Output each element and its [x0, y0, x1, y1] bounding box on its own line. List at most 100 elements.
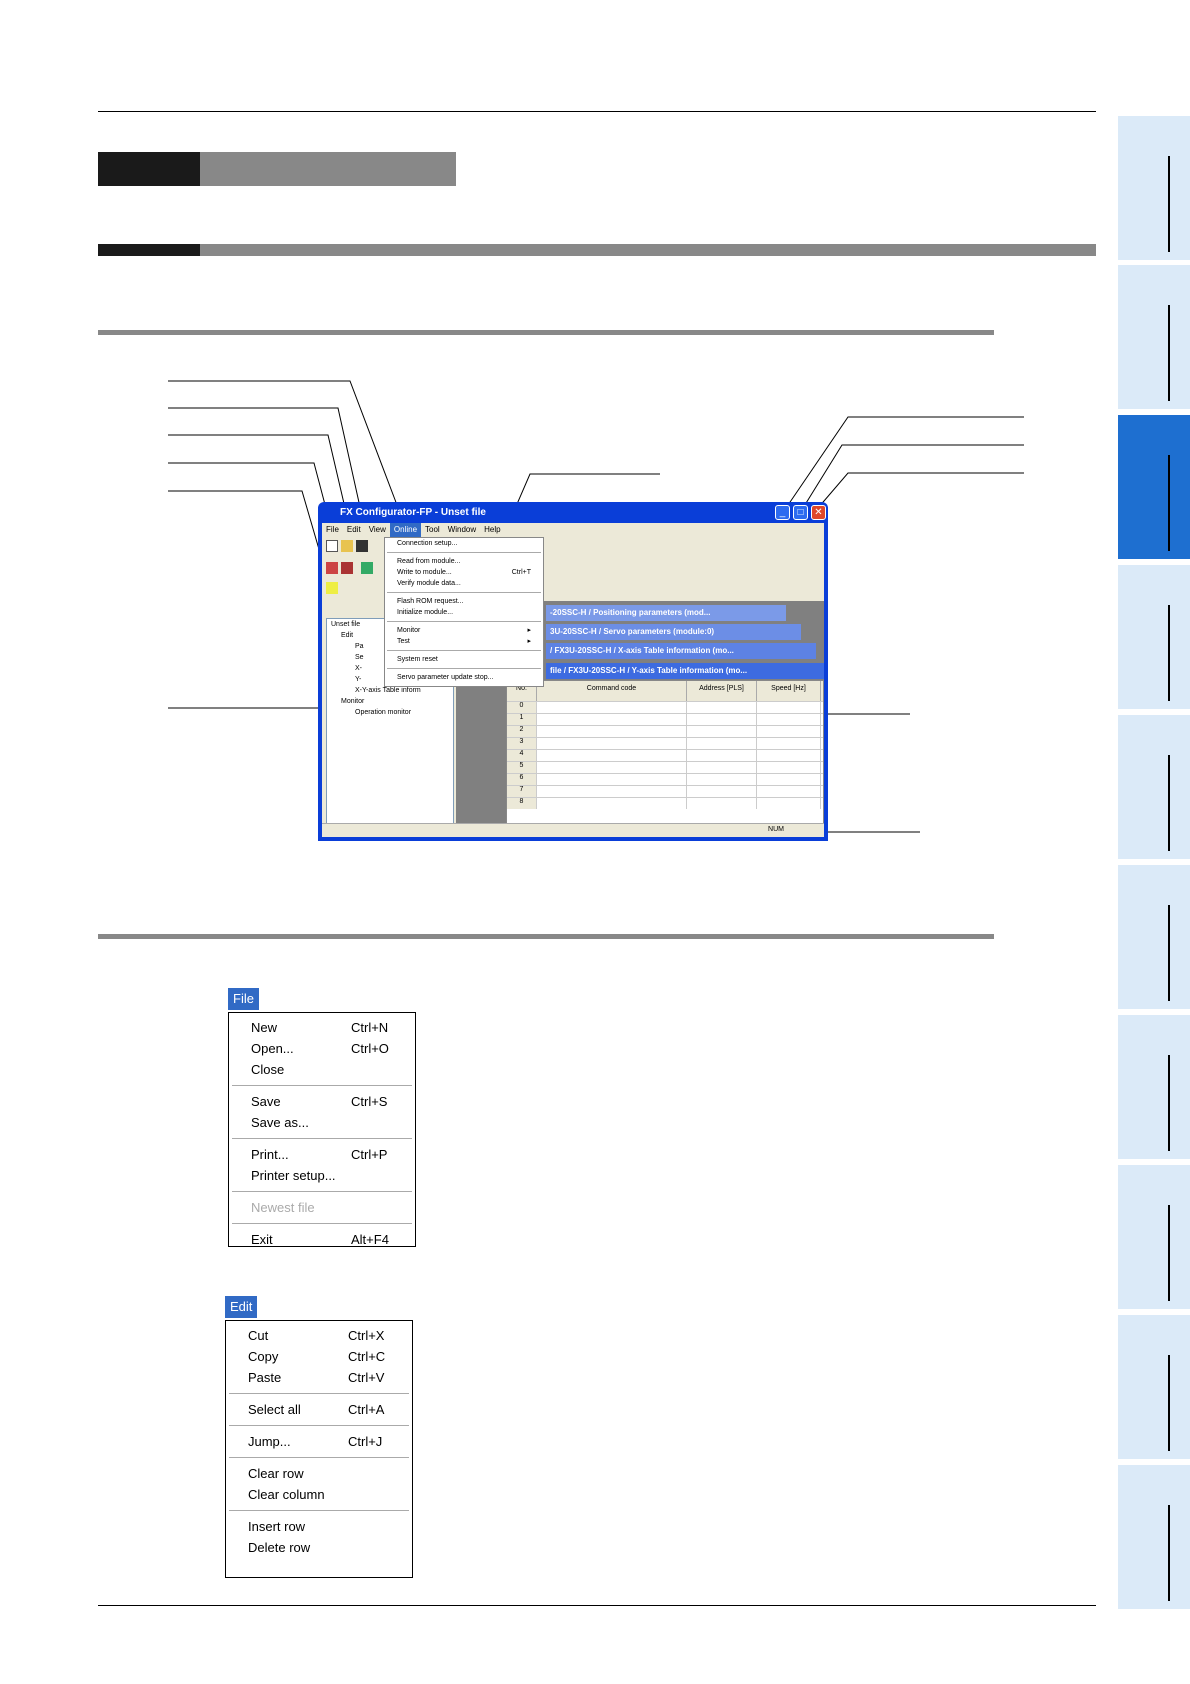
file-menu-item[interactable]: Printer setup...	[229, 1165, 415, 1186]
minimize-button[interactable]: _	[775, 505, 790, 520]
online-menu-item[interactable]: Servo parameter update stop...	[385, 672, 543, 683]
tree-item[interactable]: Operation monitor	[327, 707, 453, 718]
file-menu-item[interactable]: Save as...	[229, 1112, 415, 1133]
online-menu-item[interactable]: Test ▸	[385, 636, 543, 647]
close-button[interactable]: ✕	[811, 505, 826, 520]
grid-cell[interactable]	[687, 702, 757, 713]
grid-cell[interactable]	[537, 738, 687, 749]
table-row[interactable]: 3	[507, 737, 823, 749]
grid-cell[interactable]	[757, 786, 821, 797]
file-menu-title[interactable]: File	[228, 988, 259, 1010]
online-menu-item[interactable]: Connection setup...	[385, 538, 543, 549]
menubar-item-online[interactable]: Online	[389, 523, 422, 537]
menubar-item-window[interactable]: Window	[444, 523, 480, 537]
child-window-servo[interactable]: 3U-20SSC-H / Servo parameters (module:0)	[546, 624, 801, 640]
monitor-icon[interactable]	[326, 582, 338, 594]
side-tab-8[interactable]	[1118, 1165, 1190, 1309]
grid-cell[interactable]	[537, 750, 687, 761]
online-menu-item-label: Test	[397, 638, 410, 645]
side-tab-7[interactable]	[1118, 1015, 1190, 1159]
grid-cell[interactable]	[757, 726, 821, 737]
menu-item-shortcut: Ctrl+C	[348, 1349, 386, 1364]
open-folder-icon[interactable]	[341, 540, 353, 552]
grid-cell[interactable]	[687, 786, 757, 797]
grid-cell[interactable]	[757, 750, 821, 761]
table-row[interactable]: 8	[507, 797, 823, 809]
edit-menu-item[interactable]: Clear row	[226, 1463, 412, 1484]
side-tab-9[interactable]	[1118, 1315, 1190, 1459]
grid-cell[interactable]	[757, 762, 821, 773]
grid-cell[interactable]	[687, 726, 757, 737]
grid-cell[interactable]	[687, 762, 757, 773]
online-menu-item[interactable]: Verify module data...	[385, 578, 543, 589]
file-menu-item[interactable]: Print... Ctrl+P	[229, 1144, 415, 1165]
file-menu-item[interactable]: Save Ctrl+S	[229, 1091, 415, 1112]
table-row[interactable]: 4	[507, 749, 823, 761]
row-number-cell: 5	[507, 762, 537, 773]
online-menu-item[interactable]: Monitor ▸	[385, 625, 543, 636]
grid-cell[interactable]	[687, 798, 757, 809]
table-row[interactable]: 2	[507, 725, 823, 737]
save-icon[interactable]	[356, 540, 368, 552]
edit-menu-item[interactable]: Clear column	[226, 1484, 412, 1505]
new-file-icon[interactable]	[326, 540, 338, 552]
grid-cell[interactable]	[537, 714, 687, 725]
grid-cell[interactable]	[537, 774, 687, 785]
side-tab-10[interactable]	[1118, 1465, 1190, 1609]
menubar-item-help[interactable]: Help	[480, 523, 504, 537]
online-menu-item[interactable]: Initialize module...	[385, 607, 543, 618]
edit-menu-title[interactable]: Edit	[225, 1296, 258, 1318]
grid-cell[interactable]	[537, 786, 687, 797]
write-module-icon[interactable]	[341, 562, 353, 574]
grid-cell[interactable]	[757, 798, 821, 809]
verify-icon[interactable]	[361, 562, 373, 574]
grid-cell[interactable]	[757, 774, 821, 785]
child-window-x-axis[interactable]: / FX3U-20SSC-H / X-axis Table informatio…	[546, 643, 816, 659]
menubar-item-file[interactable]: File	[322, 523, 343, 537]
grid-cell[interactable]	[757, 702, 821, 713]
menubar-item-tool[interactable]: Tool	[421, 523, 444, 537]
child-window-positioning[interactable]: -20SSC-H / Positioning parameters (mod..…	[546, 605, 786, 621]
menu-item-shortcut: Ctrl+V	[348, 1370, 385, 1385]
table-row[interactable]: 0	[507, 701, 823, 713]
edit-menu-item[interactable]: Jump... Ctrl+J	[226, 1431, 412, 1452]
edit-menu-item[interactable]: Select all Ctrl+A	[226, 1399, 412, 1420]
maximize-button[interactable]: □	[793, 505, 808, 520]
menu-item-label: New	[251, 1020, 278, 1035]
menu-item-label: Clear column	[248, 1487, 325, 1502]
grid-cell[interactable]	[687, 738, 757, 749]
child-window-y-axis[interactable]: file / FX3U-20SSC-H / Y-axis Table infor…	[546, 663, 824, 679]
file-menu-item[interactable]: Close	[229, 1059, 415, 1080]
online-menu-item[interactable]: System reset	[385, 654, 543, 665]
online-menu-item[interactable]: Flash ROM request...	[385, 596, 543, 607]
online-menu-item[interactable]: Write to module... Ctrl+T	[385, 567, 543, 578]
grid-cell[interactable]	[537, 702, 687, 713]
table-row[interactable]: 1	[507, 713, 823, 725]
grid-cell[interactable]	[537, 762, 687, 773]
menu-separator	[387, 668, 541, 669]
grid-cell[interactable]	[757, 714, 821, 725]
grid-cell[interactable]	[757, 738, 821, 749]
grid-cell[interactable]	[687, 750, 757, 761]
grid-cell[interactable]	[687, 774, 757, 785]
edit-menu-item[interactable]: Delete row	[226, 1537, 412, 1558]
grid-cell[interactable]	[537, 726, 687, 737]
online-menu-item[interactable]: Read from module...	[385, 556, 543, 567]
grid-cell[interactable]	[537, 798, 687, 809]
menubar-item-view[interactable]: View	[365, 523, 390, 537]
table-row[interactable]: 7	[507, 785, 823, 797]
grid-cell[interactable]	[687, 714, 757, 725]
file-menu-item[interactable]: Open... Ctrl+O	[229, 1038, 415, 1059]
tree-item[interactable]: Monitor	[327, 696, 453, 707]
file-menu-item[interactable]: Exit Alt+F4	[229, 1229, 415, 1250]
table-row[interactable]: 5	[507, 761, 823, 773]
edit-menu-item[interactable]: Insert row	[226, 1516, 412, 1537]
menubar-item-edit[interactable]: Edit	[343, 523, 365, 537]
edit-menu-item[interactable]: Paste Ctrl+V	[226, 1367, 412, 1388]
table-grid[interactable]: No. Command code Address [PLS] Speed [Hz] 0 1…	[506, 680, 824, 828]
edit-menu-item[interactable]: Cut Ctrl+X	[226, 1325, 412, 1346]
file-menu-item[interactable]: New Ctrl+N	[229, 1017, 415, 1038]
read-module-icon[interactable]	[326, 562, 338, 574]
edit-menu-item[interactable]: Copy Ctrl+C	[226, 1346, 412, 1367]
table-row[interactable]: 6	[507, 773, 823, 785]
